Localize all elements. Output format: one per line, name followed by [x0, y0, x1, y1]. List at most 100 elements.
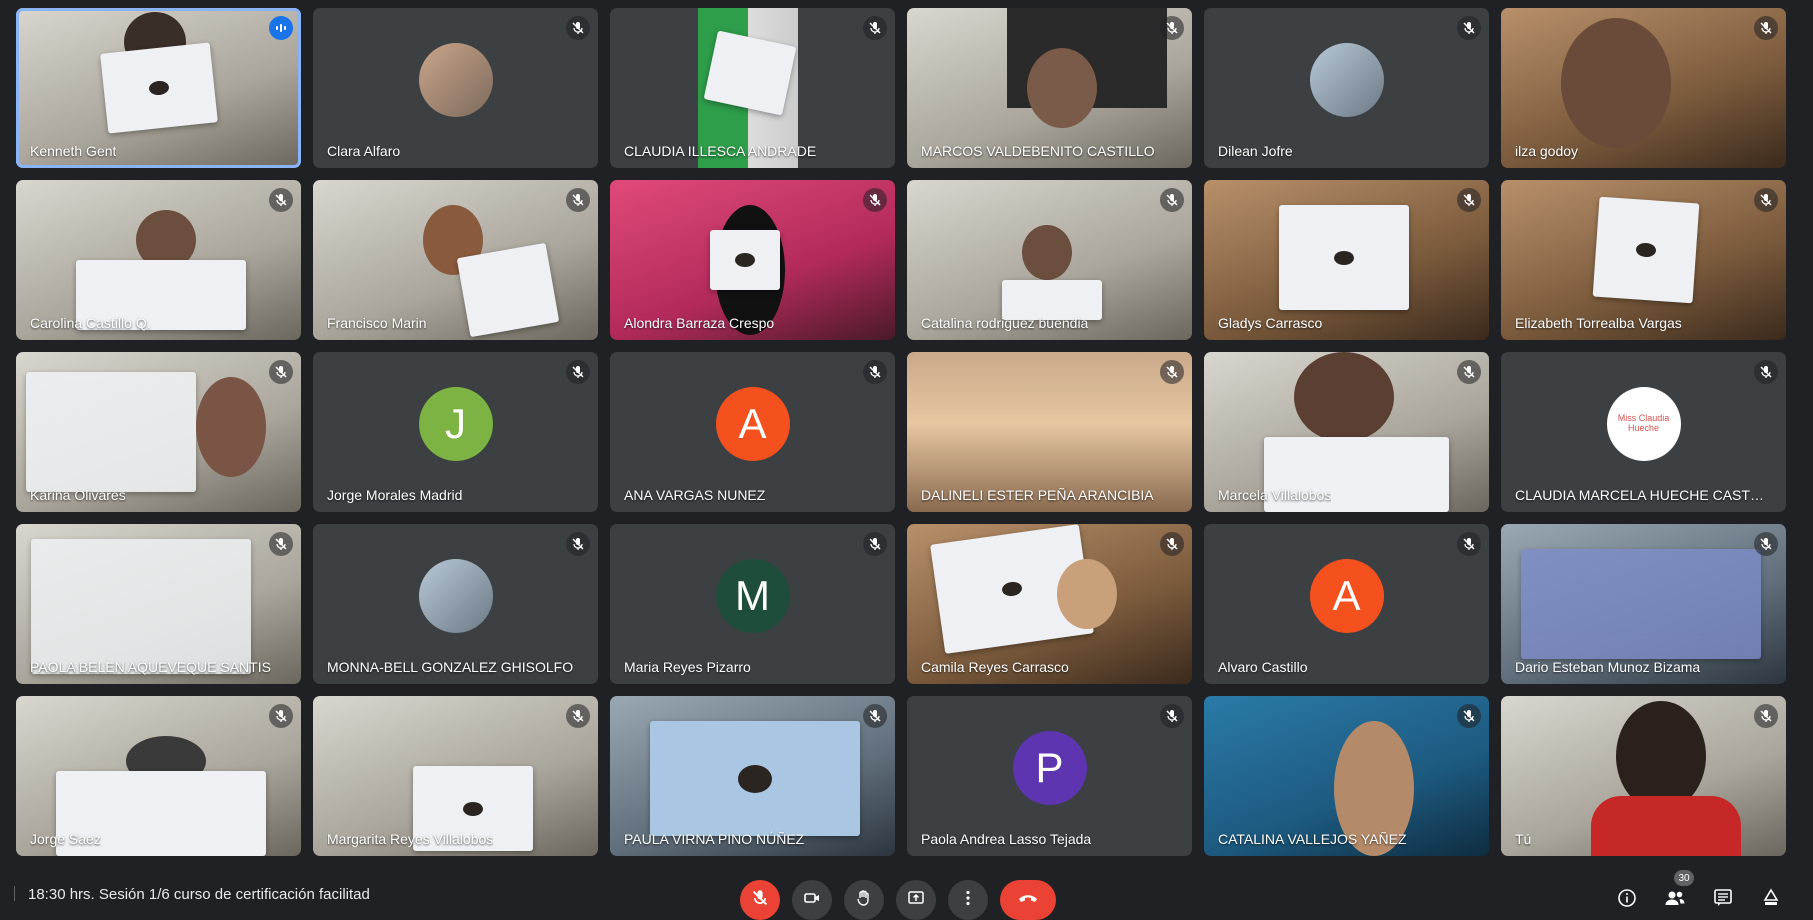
participant-tile[interactable]: Jorge Saez — [16, 696, 301, 856]
participant-name: ANA VARGAS NUNEZ — [624, 487, 766, 503]
participant-name: Jorge Saez — [30, 831, 101, 847]
participant-tile[interactable]: Alondra Barraza Crespo — [610, 180, 895, 340]
mic-off-icon — [269, 532, 293, 556]
participant-tile[interactable]: Tú — [1501, 696, 1786, 856]
participant-video — [196, 377, 266, 477]
end-call-button[interactable] — [1000, 880, 1056, 920]
held-paper — [1279, 205, 1409, 310]
camera-toggle-button[interactable] — [792, 880, 832, 920]
mic-off-icon — [1160, 532, 1184, 556]
participant-tile[interactable]: Carolina Castillo Q. — [16, 180, 301, 340]
participant-tile[interactable]: Miss Claudia Hueche CLAUDIA MARCELA HUEC… — [1501, 352, 1786, 512]
speaking-icon — [269, 16, 293, 40]
participant-name: CATALINA VALLEJOS YAÑEZ — [1218, 831, 1407, 847]
mic-off-icon — [566, 16, 590, 40]
participant-tile[interactable]: PAULA VIRNA PINO NÚÑEZ — [610, 696, 895, 856]
participant-tile[interactable]: Karina Olivares — [16, 352, 301, 512]
held-paper — [26, 372, 196, 492]
held-paper — [1592, 196, 1700, 304]
participant-name: Gladys Carrasco — [1218, 315, 1323, 331]
participant-name: Catalina rodriguez buendia — [921, 315, 1089, 331]
people-button[interactable] — [1663, 888, 1687, 912]
bottom-control-bar: 18:30 hrs. Sesión 1/6 curso de certifica… — [0, 868, 1813, 920]
held-paper — [710, 230, 780, 290]
participant-avatar: M — [715, 559, 790, 633]
participant-video — [1027, 48, 1097, 128]
mic-toggle-button[interactable] — [740, 880, 780, 920]
participant-name: Elizabeth Torrealba Vargas — [1515, 315, 1682, 331]
participant-name: CLAUDIA ILLESCA ANDRADE — [624, 143, 817, 159]
mic-off-icon — [863, 16, 887, 40]
participant-tile[interactable]: P Paola Andrea Lasso Tejada — [907, 696, 1192, 856]
present-button[interactable] — [896, 880, 936, 920]
participant-tile[interactable]: Francisco Marin — [313, 180, 598, 340]
mic-off-icon — [863, 188, 887, 212]
mic-off-icon — [1160, 188, 1184, 212]
raise-hand-icon — [857, 890, 869, 906]
participant-tile[interactable]: Camila Reyes Carrasco — [907, 524, 1192, 684]
mic-off-icon — [1160, 16, 1184, 40]
participant-tile[interactable]: Clara Alfaro — [313, 8, 598, 168]
participant-tile[interactable]: Margarita Reyes Villalobos — [313, 696, 598, 856]
participant-tile[interactable]: MONNA-BELL GONZALEZ GHISOLFO — [313, 524, 598, 684]
meeting-title: 18:30 hrs. Sesión 1/6 curso de certifica… — [28, 886, 370, 903]
participant-tile[interactable]: Elizabeth Torrealba Vargas — [1501, 180, 1786, 340]
mic-off-icon — [1754, 532, 1778, 556]
participant-name: Francisco Marin — [327, 315, 427, 331]
participant-video — [1294, 352, 1394, 442]
participant-tile[interactable]: Kenneth Gent — [16, 8, 301, 168]
participant-avatar — [418, 43, 493, 117]
people-count-badge: 30 — [1674, 870, 1694, 886]
participant-name: Dario Esteban Munoz Bizama — [1515, 659, 1701, 675]
participant-tile[interactable]: ilza godoy — [1501, 8, 1786, 168]
participant-video — [1022, 225, 1072, 280]
participant-name: Camila Reyes Carrasco — [921, 659, 1069, 675]
participant-tile[interactable]: A ANA VARGAS NUNEZ — [610, 352, 895, 512]
mic-off-icon — [1457, 704, 1481, 728]
participant-name: Alvaro Castillo — [1218, 659, 1308, 675]
participant-tile[interactable]: PAOLA BELEN AQUEVEQUE SANTIS — [16, 524, 301, 684]
info-icon — [1618, 889, 1636, 907]
divider — [14, 886, 15, 901]
held-paper — [1002, 280, 1102, 320]
participant-tile[interactable]: CLAUDIA ILLESCA ANDRADE — [610, 8, 895, 168]
participant-name: MONNA-BELL GONZALEZ GHISOLFO — [327, 659, 574, 675]
participant-tile[interactable]: A Alvaro Castillo — [1204, 524, 1489, 684]
end-call-icon — [1019, 895, 1037, 902]
mic-off-icon — [566, 360, 590, 384]
activities-button[interactable] — [1759, 888, 1783, 912]
participant-tile[interactable]: CATALINA VALLEJOS YAÑEZ — [1204, 696, 1489, 856]
held-paper — [31, 539, 251, 674]
raise-hand-button[interactable] — [844, 880, 884, 920]
chat-button[interactable] — [1711, 888, 1735, 912]
participant-avatar-logo: Miss Claudia Hueche — [1606, 387, 1681, 461]
participant-tile[interactable]: DALINELI ESTER PEÑA ARANCIBIA — [907, 352, 1192, 512]
participant-tile[interactable]: Gladys Carrasco — [1204, 180, 1489, 340]
mic-off-icon — [863, 360, 887, 384]
people-icon — [1665, 891, 1685, 905]
participant-tile[interactable]: Dario Esteban Munoz Bizama — [1501, 524, 1786, 684]
participant-tile[interactable]: Dilean Jofre — [1204, 8, 1489, 168]
participant-tile[interactable]: Marcela Villalobos — [1204, 352, 1489, 512]
held-paper — [1521, 549, 1761, 659]
mic-off-icon — [1754, 360, 1778, 384]
participant-tile[interactable]: MARCOS VALDEBENITO CASTILLO — [907, 8, 1192, 168]
activities-icon — [1763, 888, 1779, 905]
participant-tile[interactable]: M Maria Reyes Pizarro — [610, 524, 895, 684]
participant-tile[interactable]: J Jorge Morales Madrid — [313, 352, 598, 512]
mic-off-icon — [863, 532, 887, 556]
more-options-button[interactable] — [948, 880, 988, 920]
participant-video — [1616, 701, 1706, 811]
held-paper — [456, 242, 560, 338]
participant-name: Alondra Barraza Crespo — [624, 315, 775, 331]
meeting-info-button[interactable] — [1615, 888, 1639, 912]
participant-name: DALINELI ESTER PEÑA ARANCIBIA — [921, 487, 1154, 503]
participant-name: Maria Reyes Pizarro — [624, 659, 751, 675]
mic-off-icon — [566, 532, 590, 556]
participant-tile[interactable]: Catalina rodriguez buendia — [907, 180, 1192, 340]
participant-grid: Kenneth Gent Clara Alfaro CLAUDIA ILLESC… — [16, 8, 1788, 858]
held-paper — [650, 721, 860, 836]
mic-off-icon — [269, 704, 293, 728]
mic-off-icon — [269, 360, 293, 384]
participant-name: Carolina Castillo Q. — [30, 315, 151, 331]
